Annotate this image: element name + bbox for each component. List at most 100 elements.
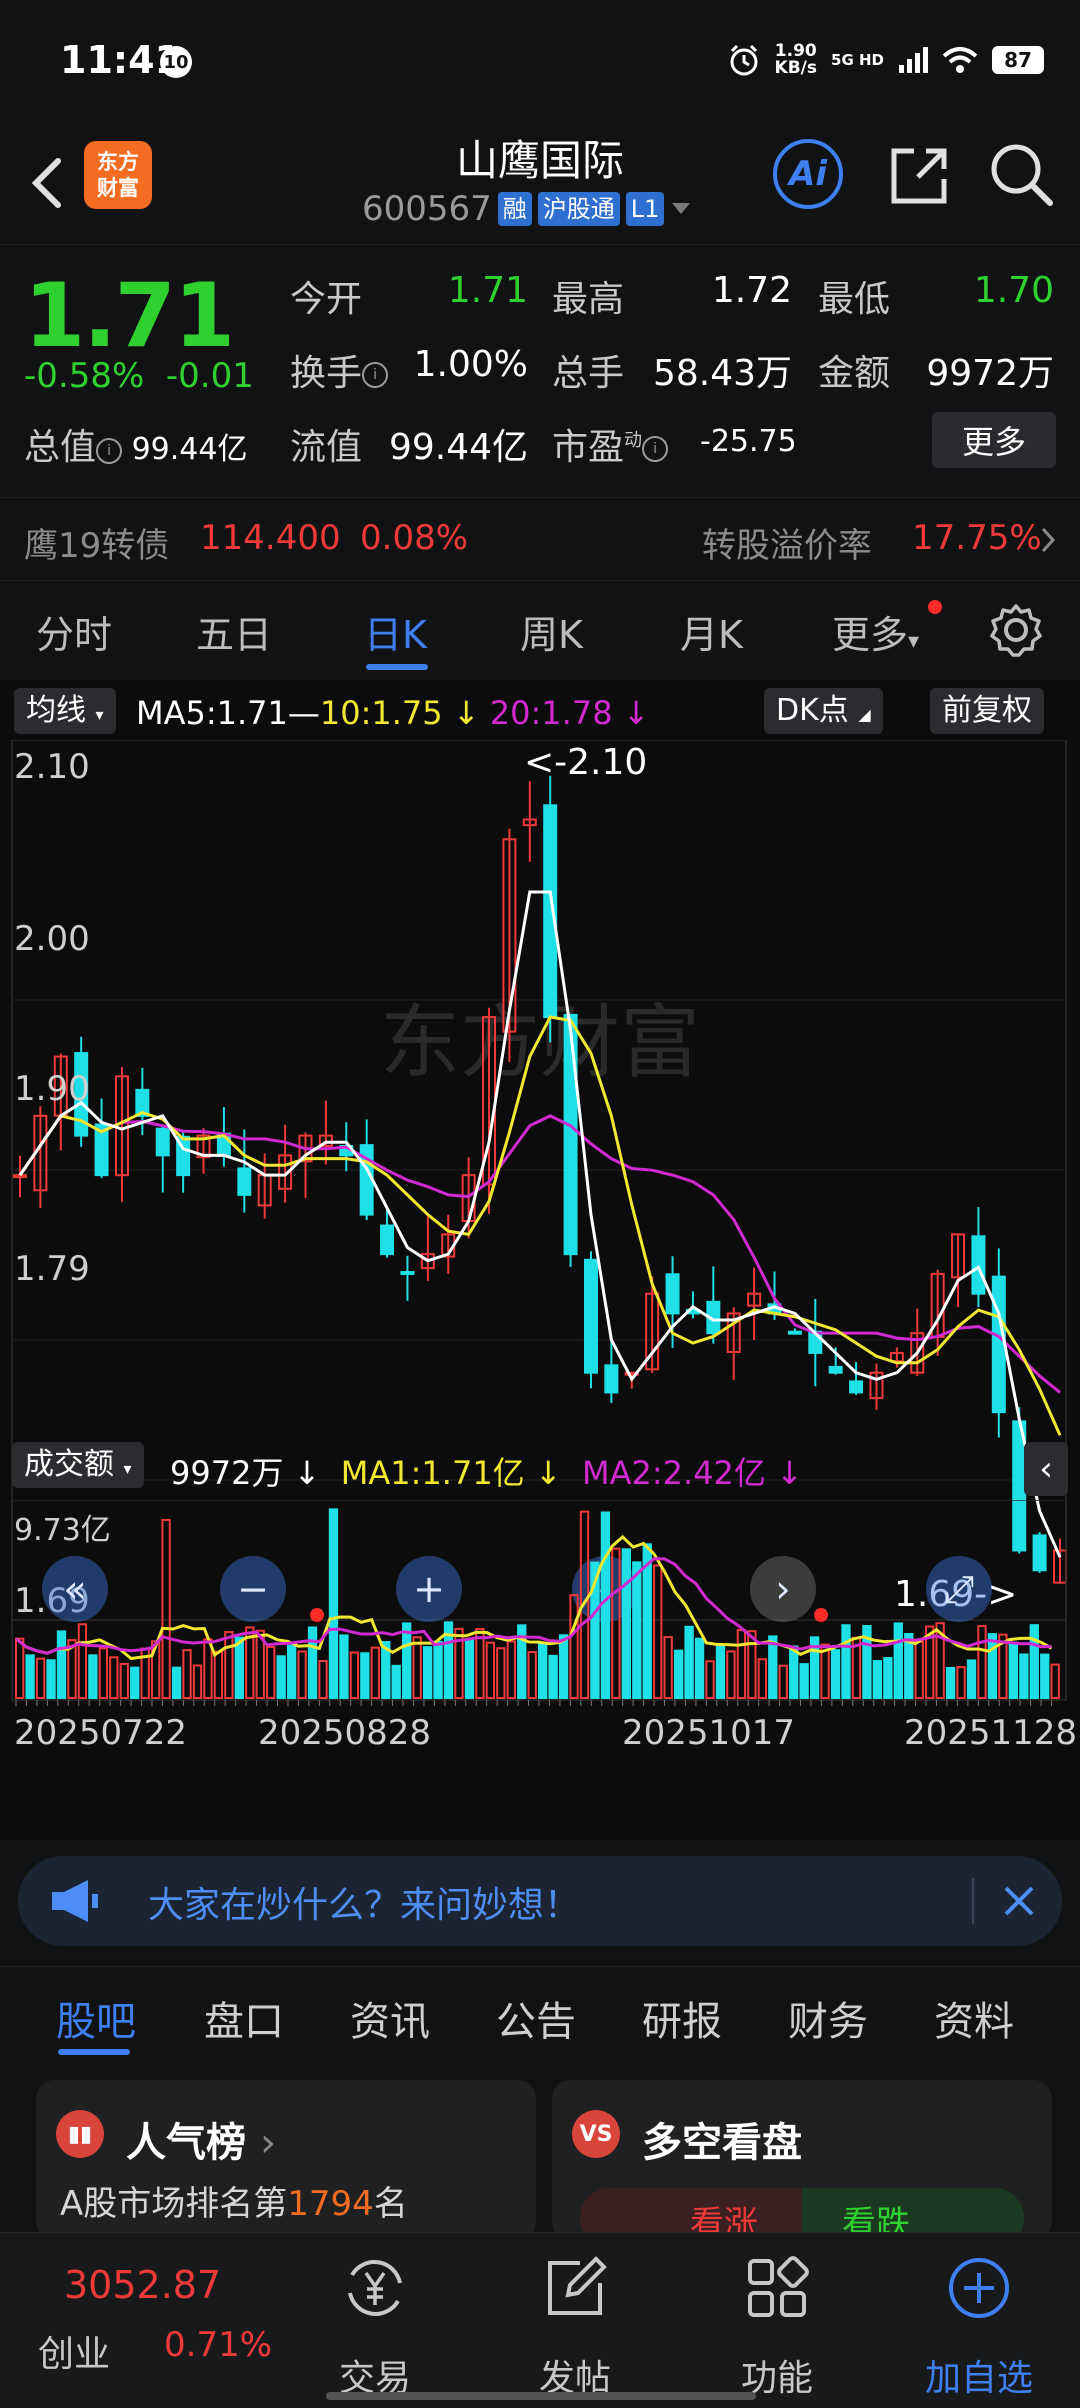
tab-news[interactable]: 资讯 [350,1989,430,2047]
volume-bar [161,1518,171,1700]
tab-intraday[interactable]: 分时 [36,604,112,659]
ranking-icon: ▮▮ [56,2110,104,2158]
stock-code: 600567 [362,189,492,229]
date-label-2: 20250828 [258,1713,431,1753]
tab-financials[interactable]: 财务 [788,1989,868,2047]
volume-bar [872,1660,883,1699]
volume-bar [485,1641,496,1699]
dropdown-icon[interactable] [670,201,692,217]
kline-chart-area[interactable]: 均线 ▾ MA5:1.71—10:1.75 ↓ 20:1.78 ↓ DK点 ◢ … [0,680,1080,1840]
nav-functions[interactable]: 功能 [702,2253,852,2399]
tab-research[interactable]: 研报 [642,1989,722,2047]
bull-bear-card[interactable]: VS 多空看盘 看涨 看跌 [552,2080,1052,2240]
date-label-1: 20250722 [14,1713,187,1753]
volume-bar [1019,1653,1029,1700]
volume-bar [830,1649,841,1699]
amount-value: 9972万 [926,353,1054,394]
candle-body [787,1330,802,1335]
volume-bar [56,1630,67,1699]
collapse-chevron-icon[interactable]: ‹ [1024,1442,1068,1496]
pe-value: -25.75 [700,424,797,459]
candle-body [604,1364,619,1394]
volume-bar [130,1666,140,1699]
volume-bar [799,1663,809,1699]
index-name[interactable]: 创业 [38,2325,110,2377]
ai-button[interactable]: Ai [773,139,843,209]
watermark: 东方财富 [380,996,700,1089]
banner-text[interactable]: 大家在炒什么？来问妙想！ [148,1876,580,1928]
volume-bar [715,1643,726,1700]
adjust-selector[interactable]: 前复权 [930,688,1044,734]
index-change[interactable]: 0.71% [164,2325,272,2365]
more-button[interactable]: 更多 [932,412,1056,468]
tab-announcements[interactable]: 公告 [496,1989,576,2047]
candle-body [583,1258,598,1374]
signal-icon [899,47,928,73]
tab-five-day[interactable]: 五日 [196,604,272,659]
volume-bar [600,1511,611,1700]
popularity-title: 人气榜 › [126,2120,276,2166]
volume-bar [966,1659,977,1699]
volume-bar [35,1657,46,1699]
status-bar: 11:41 10 1.90 KB/s 5G HD 87 [0,0,1080,125]
tab-order-book[interactable]: 盘口 [204,1989,284,2047]
quote-panel: 1.71 -0.58% -0.01 总值 i 99.44亿 今开 1.71 最高 … [0,246,1080,496]
volume-bar [768,1635,778,1700]
volume-bar [789,1645,799,1700]
home-indicator[interactable] [326,2392,756,2400]
convertible-bond-row[interactable]: 鹰19转债 114.400 0.08% 转股溢价率 17.75% [0,497,1080,581]
volume-bar [987,1633,998,1700]
volume-bar [621,1548,632,1700]
grid-icon [748,2256,809,2317]
volume-bar [548,1654,558,1699]
volume-value: 9972万 ↓ [170,1454,321,1492]
tab-weekly-k[interactable]: 周K [520,604,583,659]
level-tag[interactable]: L1 [625,192,665,226]
share-icon[interactable] [884,139,954,209]
volume-bar [1008,1641,1019,1700]
search-icon[interactable] [986,139,1056,209]
tab-forum[interactable]: 股吧 [56,1989,136,2047]
dk-point-selector[interactable]: DK点 ◢ [764,688,883,734]
ask-banner[interactable]: 大家在炒什么？来问妙想！ [18,1856,1062,1946]
volume-bar [611,1547,621,1699]
popularity-card[interactable]: ▮▮ 人气榜 › A股市场排名第1794名 [36,2080,536,2240]
change-amount: -0.01 [165,356,254,396]
content-tabs: 股吧 盘口 资讯 公告 研报 财务 资料 [0,1966,1080,2066]
tab-profile[interactable]: 资料 [934,1989,1014,2047]
nav-add-watchlist[interactable]: 加自选 [904,2253,1054,2399]
alarm-icon [730,44,758,76]
info-icon: i [362,362,389,388]
wifi-icon [942,47,978,73]
premium-label: 转股溢价率 [702,526,872,566]
tab-daily-k[interactable]: 日K [364,604,427,659]
volume-ma1: MA1:1.71亿 ↓ [340,1454,562,1492]
ma20-value: 20:1.78 ↓ [489,694,650,732]
high-label: 最高 [552,279,625,320]
nav-trade[interactable]: 交易 [300,2253,450,2399]
volume-indicator-selector[interactable]: 成交额 ▾ [12,1442,144,1488]
bond-change: 0.08% [360,518,469,558]
volume-bar [496,1647,506,1700]
volume-bar [653,1564,663,1699]
index-value[interactable]: 3052.87 [64,2263,221,2307]
volume-bar [778,1664,788,1699]
turnover-value: 1.00% [413,344,528,385]
tab-monthly-k[interactable]: 月K [680,604,743,659]
volume-bar [705,1660,715,1700]
tab-more[interactable]: 更多▾ [832,604,919,659]
volume-bar [684,1625,694,1699]
ma10-value: 10:1.75 ↓ [319,694,480,732]
candle-body [155,1127,170,1157]
volume-bar [694,1637,705,1699]
notification-dot [928,600,942,614]
volume-bar [297,1650,307,1699]
volume-bar [360,1652,370,1700]
indicator-selector[interactable]: 均线 ▾ [14,688,116,734]
candle-body [400,1271,415,1276]
settings-gear-icon[interactable] [988,602,1044,658]
nav-post[interactable]: 发帖 [500,2253,650,2399]
volume-bar [286,1644,297,1699]
info-icon: i [96,437,123,464]
close-icon[interactable] [1002,1884,1036,1918]
